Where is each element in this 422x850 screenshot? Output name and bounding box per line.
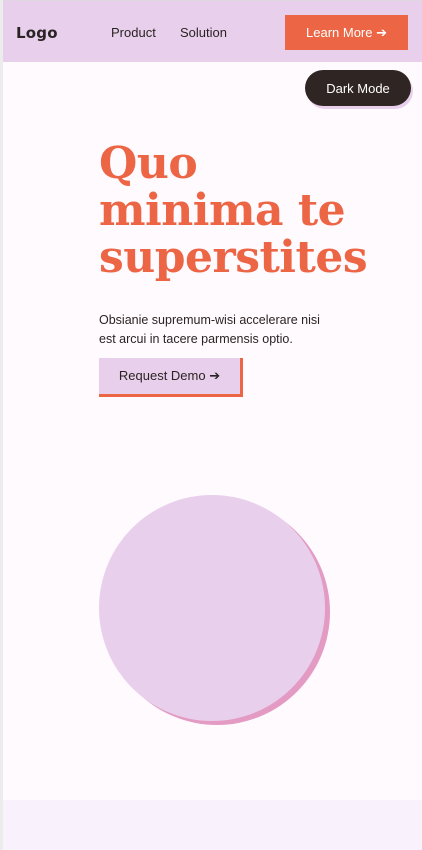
nav-link-product[interactable]: Product [111, 25, 156, 40]
dark-mode-toggle-button[interactable]: Dark Mode [305, 70, 411, 106]
hero-description: Obsianie supremum-wisi accelerare nisi e… [99, 313, 320, 346]
hero-title-line-2: minima te [99, 185, 346, 236]
learn-more-button[interactable]: Learn More ➔ [285, 15, 408, 50]
decorative-circle [99, 495, 325, 721]
nav-link-solution[interactable]: Solution [180, 25, 227, 40]
logo[interactable]: Logo [16, 24, 58, 42]
footer-band [3, 800, 422, 850]
hero-title-line-3: superstites [99, 232, 368, 283]
left-edge-divider [0, 0, 3, 850]
hero-title-line-1: Quo [99, 138, 198, 189]
top-navigation-bar: Logo Product Solution Learn More ➔ [3, 0, 422, 62]
hero-title: Quo minima te superstites [99, 140, 419, 281]
request-demo-button[interactable]: Request Demo ➔ [99, 358, 243, 397]
